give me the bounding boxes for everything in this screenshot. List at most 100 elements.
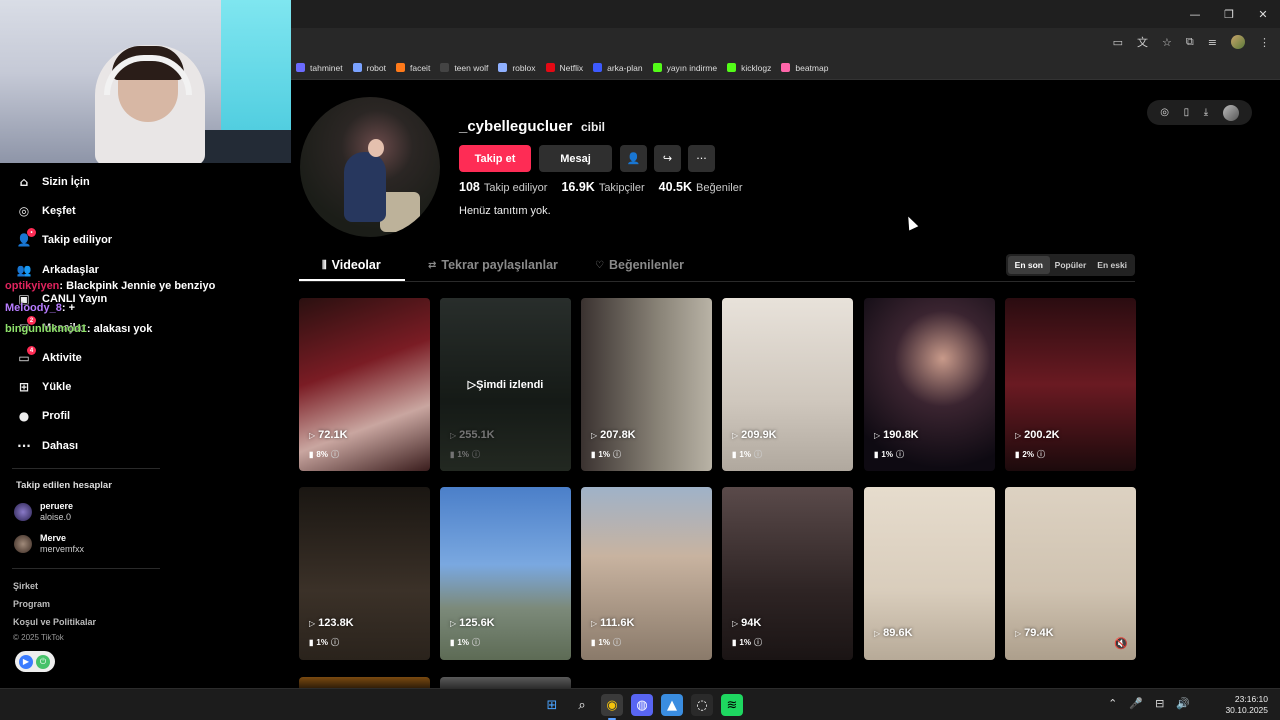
sidebar-item-home[interactable]: ⌂ Sizin İçin (16, 174, 90, 190)
bookmark-item[interactable]: robot (352, 63, 386, 73)
video-thumbnail[interactable]: ▷ 111.6K ▮ 1% ⓘ (581, 487, 712, 660)
view-count: ▷ 123.8K (309, 617, 354, 629)
close-icon[interactable]: ✕ (1246, 0, 1280, 28)
sort-latest[interactable]: En son (1008, 256, 1050, 274)
stat-label: Beğeniler (696, 182, 743, 194)
video-thumbnail[interactable]: ▷ 207.8K ▮ 1% ⓘ (581, 298, 712, 471)
view-count-value: 200.2K (1024, 429, 1060, 441)
chevron-up-icon[interactable]: ⌃ (1108, 697, 1117, 710)
view-count: ▷ 200.2K (1015, 429, 1060, 441)
sidebar-item-label: Sizin İçin (42, 176, 90, 188)
sidebar-item-following[interactable]: 👤 • Takip ediliyor (16, 228, 112, 248)
bookmark-item[interactable]: teen wolf (440, 63, 488, 73)
mute-icon[interactable]: 🔇 (1114, 637, 1128, 650)
add-friend-icon[interactable]: 👤 (620, 145, 647, 172)
menu-icon[interactable]: ⋮ (1259, 36, 1270, 49)
tabs-divider (299, 281, 1135, 282)
tab-videos[interactable]: ⫼ Videolar (322, 258, 381, 272)
video-thumbnail[interactable]: ▷ 200.2K ▮ 2% ⓘ (1005, 298, 1136, 471)
info-icon: ⓘ (1036, 450, 1045, 459)
following-account[interactable]: Merve mervemfxx (14, 533, 84, 555)
bookmark-favicon-icon (395, 63, 405, 72)
bookmark-item[interactable]: yayın indirme (652, 63, 717, 73)
video-thumbnail[interactable]: ▷ 72.1K ▮ 8% ⓘ (299, 298, 430, 471)
tab-liked[interactable]: ♡ Beğenilenler (595, 258, 684, 272)
extension-toggle[interactable]: ▶ ⏻ (15, 651, 55, 672)
stat-following[interactable]: 108 Takip ediliyor (459, 180, 547, 194)
info-icon: ⓘ (895, 450, 904, 459)
sidebar-item-compass[interactable]: ◎ Keşfet (16, 203, 76, 219)
search-icon[interactable]: ⌕ (571, 694, 593, 716)
chat-text: : + (61, 302, 76, 314)
windows-start-icon[interactable]: ⊞ (541, 694, 563, 716)
bookmark-favicon-icon (781, 63, 791, 72)
follow-button[interactable]: Takip et (459, 145, 531, 172)
sidebar-item-label: Dahası (42, 440, 79, 452)
sidebar-item-activity[interactable]: ▭ 4 Aktivite (16, 346, 82, 366)
phone-icon[interactable]: ▯ (1184, 107, 1190, 118)
cast-icon[interactable]: ▭ (1113, 36, 1123, 49)
extensions-icon[interactable]: ⧉ (1186, 35, 1194, 49)
profile-avatar-icon[interactable] (1231, 35, 1245, 49)
sidebar-item-profile[interactable]: ● Profil (16, 408, 70, 424)
video-thumbnail[interactable]: ▷ 94K ▮ 1% ⓘ (722, 487, 853, 660)
share-icon[interactable]: ↪ (654, 145, 681, 172)
footer-link-program[interactable]: Program (13, 599, 50, 609)
restore-icon[interactable]: ❐ (1212, 0, 1246, 28)
chrome-icon[interactable]: ◉ (601, 694, 623, 720)
minimize-icon[interactable]: — (1178, 0, 1212, 28)
footer-link-terms[interactable]: Koşul ve Politikalar (13, 617, 96, 627)
bar-chart-icon: ▮ (450, 638, 455, 647)
message-button[interactable]: Mesaj (539, 145, 612, 172)
video-thumbnail[interactable]: ▷ 209.9K ▮ 1% ⓘ (722, 298, 853, 471)
more-options-icon[interactable]: ··· (688, 145, 715, 172)
bookmark-item[interactable]: Netflix (545, 63, 583, 73)
obs-icon[interactable]: ◌ (691, 694, 713, 716)
footer-link-company[interactable]: Şirket (13, 581, 38, 591)
sidebar-item-label: Keşfet (42, 205, 76, 217)
translate-icon[interactable]: 文 (1137, 34, 1148, 50)
star-icon[interactable]: ☆ (1162, 36, 1172, 49)
volume-icon[interactable]: 🔊 (1176, 697, 1190, 710)
video-thumbnail[interactable]: ▷255.1K▮1%ⓘ▷ Şimdi izlendi (440, 298, 571, 471)
taskbar-clock[interactable]: 23:16:10 30.10.2025 (1225, 694, 1268, 716)
video-thumbnail[interactable]: ▷ 190.8K ▮ 1% ⓘ (864, 298, 995, 471)
video-thumbnail[interactable]: ▷ 123.8K ▮ 1% ⓘ (299, 487, 430, 660)
download-icon[interactable]: ⤓ (1204, 107, 1208, 118)
tab-reposts[interactable]: ⇄ Tekrar paylaşılanlar (428, 258, 558, 272)
user-avatar[interactable] (1222, 104, 1239, 121)
sort-segmented-control: En son Popüler En eski (1006, 254, 1135, 276)
bookmark-favicon-icon (593, 63, 603, 72)
bar-chart-icon: ▮ (309, 638, 314, 647)
engagement-rate: ▮1%ⓘ (732, 637, 762, 648)
webcam-overlay (0, 0, 291, 163)
sidebar-item-upload[interactable]: ⊞ Yükle (16, 379, 71, 395)
media-icon[interactable]: ≡ (1208, 36, 1217, 49)
video-thumbnail[interactable]: ▷ 79.4K 🔇 (1005, 487, 1136, 660)
video-thumbnail[interactable]: ▷ 125.6K ▮ 1% ⓘ (440, 487, 571, 660)
sidebar-item-more[interactable]: ··· Dahası (16, 438, 78, 454)
profile-nickname: cibil (581, 120, 606, 134)
sidebar-item-friends[interactable]: 👥 Arkadaşlar (16, 262, 99, 278)
coins-icon[interactable]: ◎ (1160, 107, 1169, 118)
bookmark-item[interactable]: faceit (395, 63, 430, 73)
microphone-icon[interactable]: 🎤 (1129, 697, 1143, 710)
bookmark-item[interactable]: roblox (498, 63, 536, 73)
following-account[interactable]: peruere aloise.0 (14, 501, 73, 523)
bookmark-item[interactable]: arka-plan (593, 63, 643, 73)
stat-followers[interactable]: 16.9K Takipçiler (561, 180, 644, 194)
video-thumbnail[interactable]: ▷ 89.6K (864, 487, 995, 660)
bookmark-item[interactable]: tahminet (296, 63, 343, 73)
tab-label: Videolar (331, 258, 381, 272)
photos-icon[interactable]: ▲ (661, 694, 683, 716)
spotify-icon[interactable]: ≋ (721, 694, 743, 716)
profile-avatar[interactable] (300, 97, 440, 237)
discord-icon[interactable]: ◍ (631, 694, 653, 716)
bookmark-item[interactable]: beatmap (781, 63, 828, 73)
sort-oldest[interactable]: En eski (1091, 256, 1133, 274)
sidebar-divider (12, 568, 160, 569)
bookmark-item[interactable]: kicklogz (727, 63, 771, 73)
sort-popular[interactable]: Popüler (1050, 256, 1092, 274)
network-icon[interactable]: ⊟ (1155, 697, 1164, 710)
account-name: Merve (40, 533, 67, 543)
